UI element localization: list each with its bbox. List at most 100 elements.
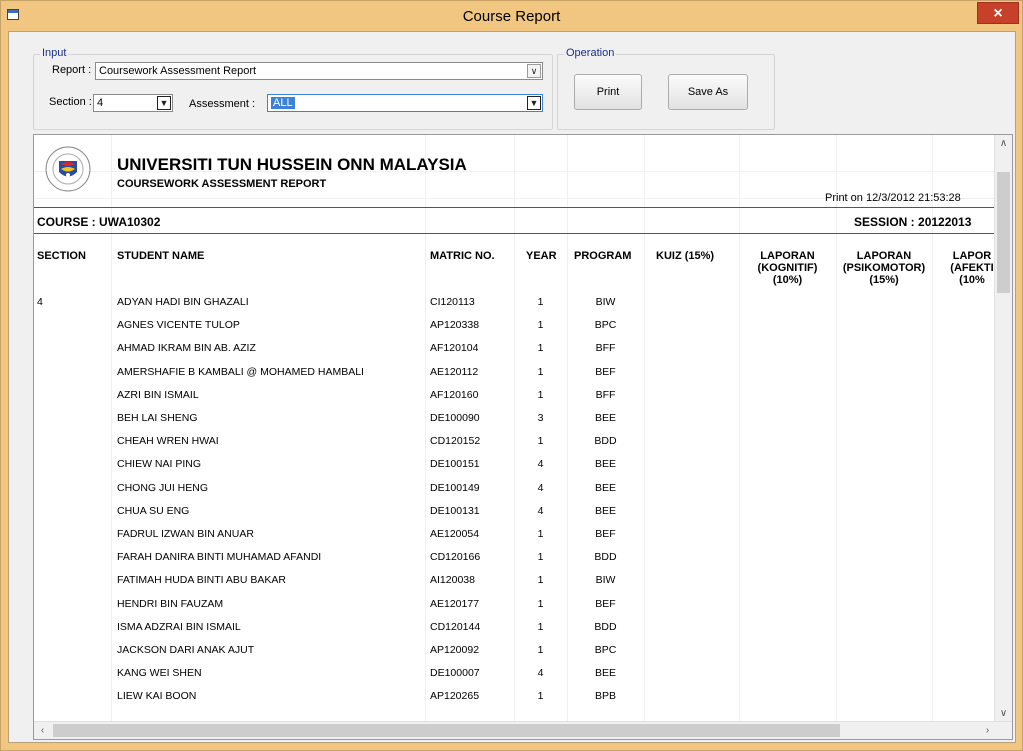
program-cell: BIW — [595, 574, 616, 586]
program-cell: BEF — [595, 598, 616, 610]
year-cell: 1 — [537, 319, 544, 331]
program-cell: BEE — [594, 458, 616, 470]
col-header-laporan-kognitif: LAPORAN (KOGNITIF) (10%) — [757, 250, 818, 286]
matric-cell: DE100151 — [430, 458, 480, 470]
matric-cell: CI120113 — [430, 296, 475, 308]
report-select-value: Coursework Assessment Report — [99, 65, 257, 77]
matric-cell: DE100007 — [430, 667, 480, 679]
section-select-value: 4 — [97, 97, 104, 109]
matric-cell: AF120104 — [430, 342, 479, 354]
program-cell: BPC — [594, 319, 617, 331]
matric-cell: AP120092 — [430, 644, 480, 656]
col-header-student-name: STUDENT NAME — [117, 250, 205, 262]
col-header-kuiz: KUIZ (15%) — [656, 250, 715, 262]
program-cell: BDD — [594, 621, 617, 633]
year-cell: 1 — [537, 574, 544, 586]
program-cell: BEE — [594, 505, 616, 517]
student-name-cell: JACKSON DARI ANAK AJUT — [117, 644, 255, 656]
student-name-cell: FADRUL IZWAN BIN ANUAR — [117, 528, 254, 540]
header-rule — [34, 207, 996, 208]
input-group: Input Report : Coursework Assessment Rep… — [33, 47, 553, 130]
col-header-program: PROGRAM — [574, 250, 632, 262]
print-timestamp: Print on 12/3/2012 21:53:28 — [825, 192, 961, 204]
course-code: COURSE : UWA10302 — [37, 215, 161, 229]
close-button[interactable]: × — [977, 2, 1019, 24]
program-cell: BEE — [594, 412, 616, 424]
program-cell: BPC — [594, 644, 617, 656]
matric-cell: AE120112 — [430, 366, 479, 378]
col-header-section: SECTION — [37, 250, 86, 262]
matric-cell: DE100131 — [430, 505, 480, 517]
student-name-cell: ISMA ADZRAI BIN ISMAIL — [117, 621, 241, 633]
report-viewer[interactable]: UNIVERSITI TUN HUSSEIN ONN MALAYSIA COUR… — [33, 134, 1013, 740]
matric-cell: AP120338 — [430, 319, 480, 331]
vertical-scrollbar[interactable]: ∧ ∨ — [994, 135, 1012, 722]
scroll-down-icon[interactable]: ∨ — [995, 705, 1012, 722]
section-cell: 4 — [37, 296, 43, 308]
matric-cell: AI120038 — [430, 574, 475, 586]
student-name-cell: CHEAH WREN HWAI — [117, 435, 219, 447]
save-as-button[interactable]: Save As — [668, 74, 748, 110]
year-cell: 4 — [537, 482, 544, 494]
session: SESSION : 20122013 — [854, 215, 972, 229]
program-cell: BFF — [595, 389, 616, 401]
program-cell: BEE — [594, 482, 616, 494]
print-button[interactable]: Print — [574, 74, 642, 110]
year-cell: 1 — [537, 598, 544, 610]
section-label: Section : — [49, 96, 92, 108]
matric-cell: AE120054 — [430, 528, 480, 540]
year-cell: 4 — [537, 667, 544, 679]
chevron-down-icon[interactable]: ▼ — [527, 96, 541, 110]
horizontal-scroll-thumb[interactable] — [53, 724, 840, 737]
report-select[interactable]: Coursework Assessment Report ∨ — [95, 62, 543, 80]
year-cell: 1 — [537, 528, 544, 540]
horizontal-scrollbar[interactable]: ‹ › — [34, 721, 1012, 739]
report-page: UNIVERSITI TUN HUSSEIN ONN MALAYSIA COUR… — [34, 135, 996, 722]
program-cell: BDD — [594, 435, 617, 447]
matric-cell: CD120166 — [430, 551, 481, 563]
program-cell: BEF — [595, 528, 616, 540]
chevron-down-icon[interactable]: ▼ — [157, 96, 171, 110]
year-cell: 1 — [537, 296, 544, 308]
matric-cell: CD120152 — [430, 435, 481, 447]
student-name-cell: CHUA SU ENG — [117, 505, 190, 517]
year-cell: 1 — [537, 551, 544, 563]
scroll-up-icon[interactable]: ∧ — [995, 135, 1012, 152]
student-name-cell: CHIEW NAI PING — [117, 458, 202, 470]
scroll-right-icon[interactable]: › — [979, 722, 996, 739]
col-header-laporan-afektif: LAPOR (AFEKTI (10% — [950, 250, 994, 286]
university-logo — [45, 146, 91, 192]
assessment-select-value: ALL — [271, 97, 295, 109]
assessment-label: Assessment : — [189, 98, 256, 110]
section-select[interactable]: 4 ▼ — [93, 94, 173, 112]
year-cell: 3 — [537, 412, 544, 424]
scroll-left-icon[interactable]: ‹ — [34, 722, 51, 739]
student-name-cell: AZRI BIN ISMAIL — [117, 389, 199, 401]
program-cell: BFF — [595, 342, 616, 354]
student-name-cell: AGNES VICENTE TULOP — [117, 319, 240, 331]
program-cell: BDD — [594, 551, 617, 563]
vertical-scroll-thumb[interactable] — [997, 172, 1010, 293]
program-cell: BPB — [594, 690, 616, 702]
chevron-down-icon[interactable]: ∨ — [527, 64, 541, 78]
course-rule — [34, 233, 996, 234]
student-name-cell: LIEW KAI BOON — [117, 690, 197, 702]
operation-group-label: Operation — [564, 47, 617, 59]
program-cell: BEF — [595, 366, 616, 378]
student-name-cell: AHMAD IKRAM BIN AB. AZIZ — [117, 342, 256, 354]
col-header-laporan-psikomotor: LAPORAN (PSIKOMOTOR) (15%) — [842, 250, 926, 286]
year-cell: 4 — [537, 458, 544, 470]
matric-cell: AF120160 — [430, 389, 479, 401]
matric-cell: DE100090 — [430, 412, 480, 424]
report-title: COURSEWORK ASSESSMENT REPORT — [117, 178, 327, 190]
window-title: Course Report — [462, 8, 561, 25]
student-name-cell: AMERSHAFIE B KAMBALI @ MOHAMED HAMBALI — [117, 366, 364, 378]
year-cell: 1 — [537, 690, 544, 702]
assessment-select[interactable]: ALL ▼ — [267, 94, 543, 112]
operation-group: Operation Print Save As — [557, 47, 775, 130]
year-cell: 1 — [537, 435, 544, 447]
course-report-window: Course Report × Input Report : Coursewor… — [0, 0, 1023, 751]
year-cell: 1 — [537, 389, 544, 401]
title-bar[interactable]: Course Report × — [1, 1, 1022, 31]
student-name-cell: BEH LAI SHENG — [117, 412, 198, 424]
